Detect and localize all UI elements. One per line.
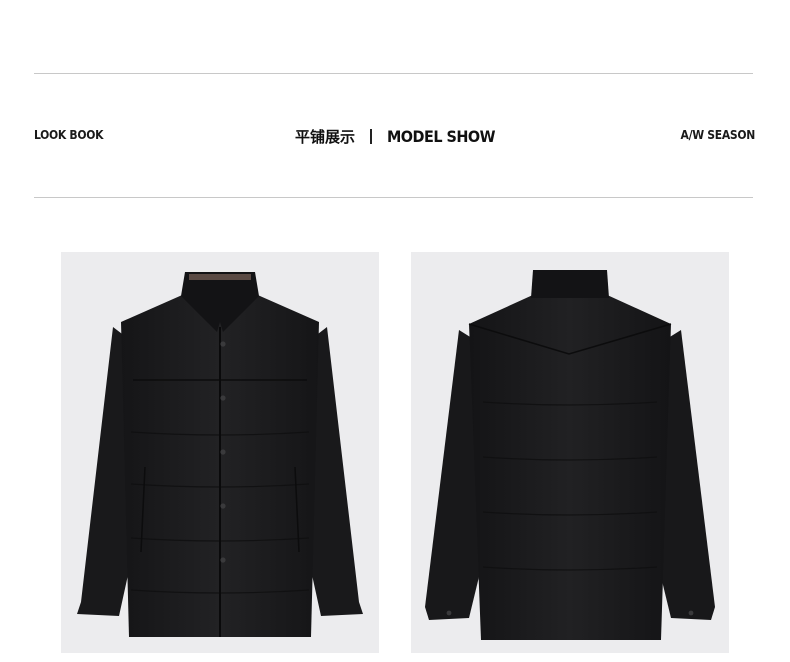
jacket-front-image (61, 252, 379, 653)
title-english: MODEL SHOW (386, 127, 496, 146)
title-chinese: 平铺展示 (294, 128, 355, 146)
top-divider (34, 73, 753, 74)
title-separator (369, 129, 372, 144)
section-title: 平铺展示 MODEL SHOW (0, 126, 790, 147)
bottom-divider (34, 197, 753, 198)
season-label: A/W SEASON (680, 128, 756, 142)
jacket-back-image (411, 252, 729, 653)
